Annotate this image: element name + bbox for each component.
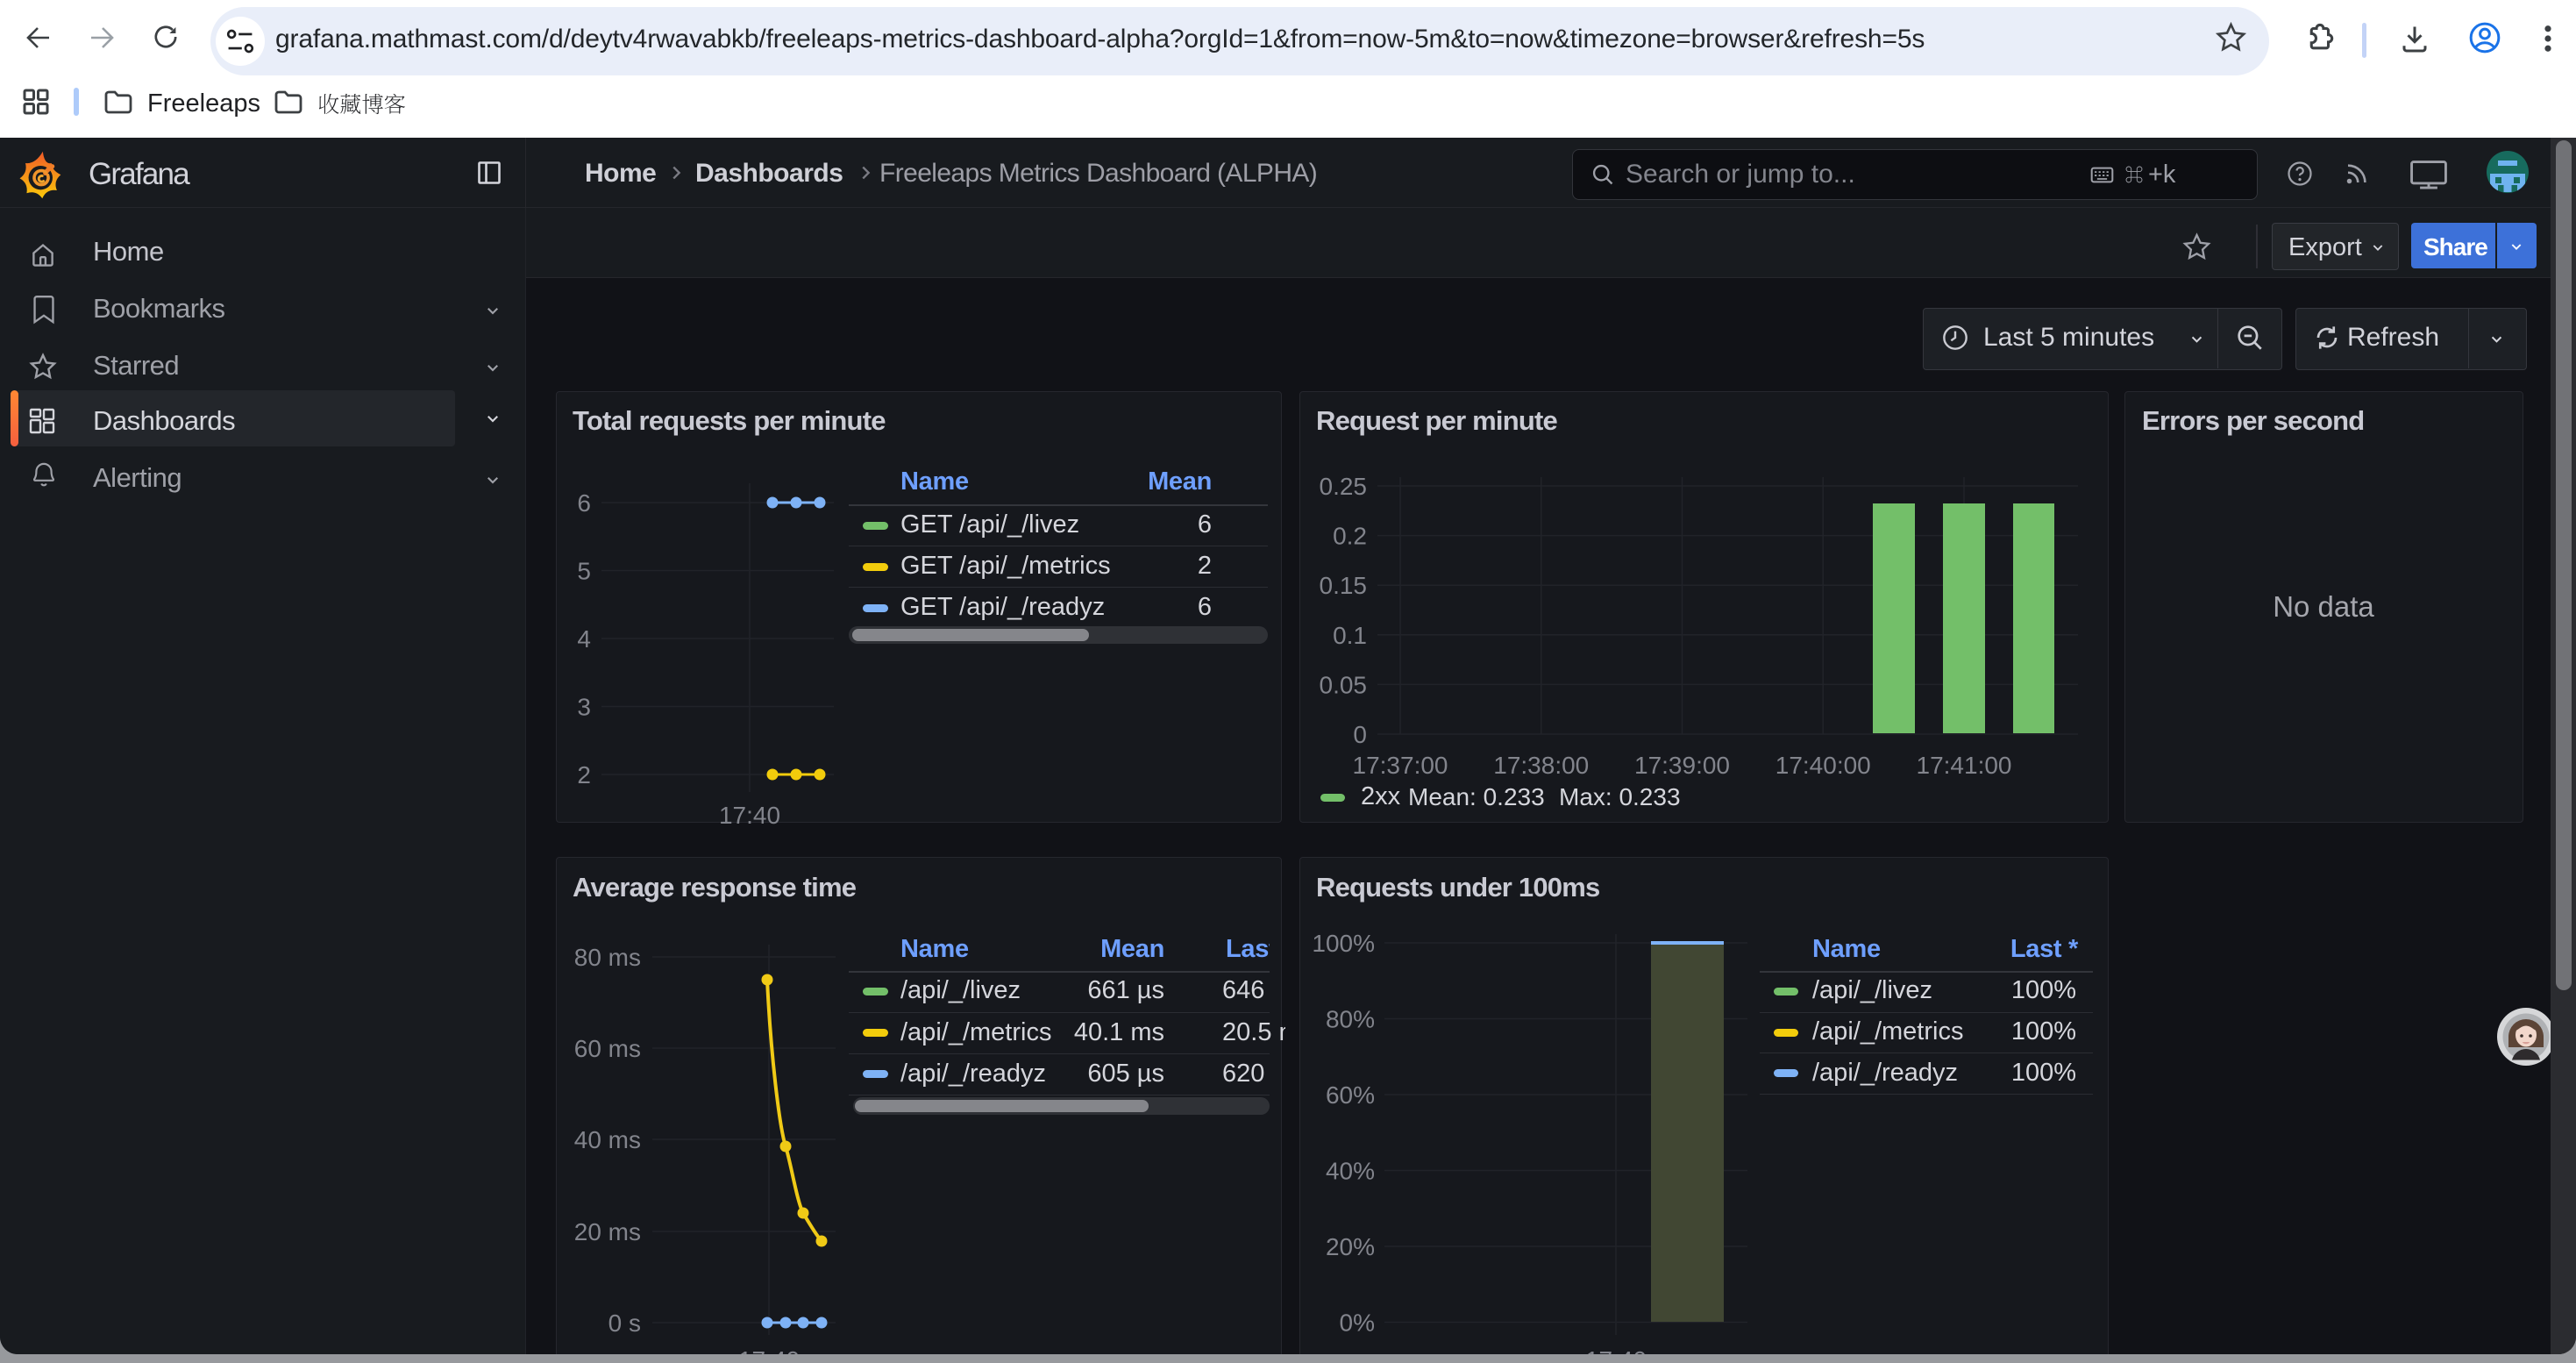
svg-text:80 ms: 80 ms xyxy=(574,944,641,971)
svg-text:17:38:00: 17:38:00 xyxy=(1493,752,1589,779)
svg-text:0 s: 0 s xyxy=(608,1309,641,1337)
svg-text:2: 2 xyxy=(577,761,591,789)
svg-text:20 ms: 20 ms xyxy=(574,1218,641,1245)
svg-text:0%: 0% xyxy=(1340,1309,1375,1337)
svg-text:0.2: 0.2 xyxy=(1333,523,1367,550)
svg-text:0.1: 0.1 xyxy=(1333,622,1367,649)
svg-text:80%: 80% xyxy=(1326,1006,1375,1033)
svg-text:0: 0 xyxy=(1353,721,1367,748)
svg-text:17:40: 17:40 xyxy=(1585,1346,1647,1354)
svg-text:100%: 100% xyxy=(1312,930,1375,957)
svg-text:17:40: 17:40 xyxy=(719,802,780,829)
svg-text:5: 5 xyxy=(577,558,591,585)
svg-text:4: 4 xyxy=(577,625,591,653)
svg-text:0.15: 0.15 xyxy=(1320,572,1368,599)
svg-text:40%: 40% xyxy=(1326,1158,1375,1185)
svg-text:0.25: 0.25 xyxy=(1320,473,1368,500)
svg-text:3: 3 xyxy=(577,694,591,721)
svg-text:60%: 60% xyxy=(1326,1081,1375,1109)
svg-text:0.05: 0.05 xyxy=(1320,671,1368,698)
svg-text:17:41:00: 17:41:00 xyxy=(1917,752,2012,779)
svg-text:17:39:00: 17:39:00 xyxy=(1634,752,1730,779)
svg-text:20%: 20% xyxy=(1326,1233,1375,1260)
svg-text:60 ms: 60 ms xyxy=(574,1035,641,1062)
svg-text:6: 6 xyxy=(577,489,591,517)
svg-text:40 ms: 40 ms xyxy=(574,1126,641,1153)
svg-text:17:40:00: 17:40:00 xyxy=(1775,752,1871,779)
svg-text:17:37:00: 17:37:00 xyxy=(1353,752,1448,779)
svg-text:17:40: 17:40 xyxy=(738,1346,800,1354)
